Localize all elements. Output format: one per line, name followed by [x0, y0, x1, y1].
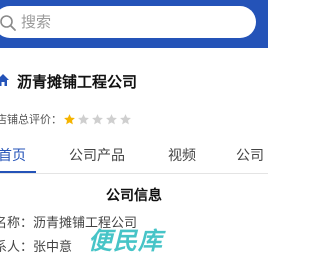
tab-video[interactable]: 视频	[168, 146, 196, 166]
tab-products[interactable]: 公司产品	[69, 146, 125, 166]
search-placeholder: 搜索	[21, 13, 52, 31]
tab-company[interactable]: 公司	[236, 146, 264, 166]
company-title-row: 沥青摊铺工程公司	[0, 71, 268, 93]
star-icon	[78, 114, 89, 125]
section-title: 公司信息	[106, 188, 162, 204]
star-icon	[92, 114, 103, 125]
home-icon	[0, 74, 9, 86]
star-icon	[106, 114, 117, 125]
search-icon	[0, 15, 16, 31]
watermark-logo: 便民库	[88, 227, 163, 255]
tab-home[interactable]: 首页	[0, 146, 26, 166]
contact-line: 系人：张中意	[0, 240, 73, 255]
rating-label: 店铺总评价：	[0, 113, 62, 126]
star-icon	[120, 114, 131, 125]
company-name: 沥青摊铺工程公司	[17, 73, 138, 91]
top-header-bar: 搜索	[0, 0, 268, 48]
tab-bar: 首页 公司产品 视频 公司	[0, 140, 268, 174]
search-box[interactable]: 搜索	[0, 6, 256, 38]
star-icon	[64, 114, 75, 125]
rating-stars	[63, 113, 132, 126]
active-tab-indicator	[0, 171, 36, 173]
store-rating-row: 店铺总评价：	[0, 110, 264, 130]
